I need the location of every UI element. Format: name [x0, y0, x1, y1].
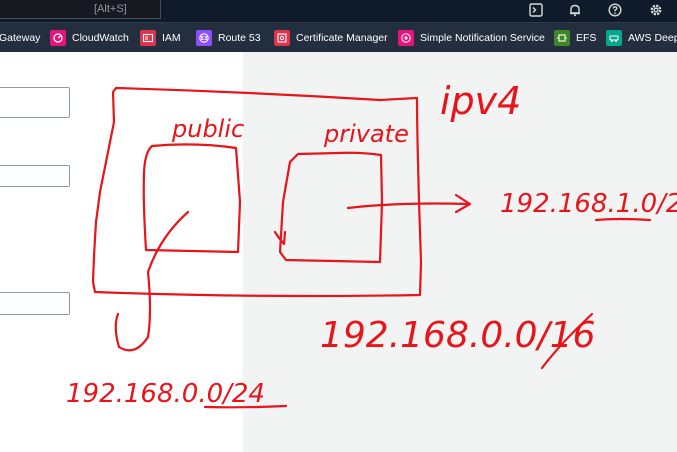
- efs-icon: [554, 29, 570, 46]
- favorite-api-gateway[interactable]: Gateway: [0, 29, 40, 46]
- deepracer-icon: [606, 29, 622, 46]
- route53-icon: 53: [196, 29, 212, 46]
- notifications-bell-icon[interactable]: [565, 1, 585, 19]
- favorite-sns[interactable]: Simple Notification Service: [398, 29, 545, 46]
- settings-gear-icon[interactable]: [646, 1, 666, 19]
- favorite-aws-deepracer[interactable]: AWS DeepR: [606, 29, 677, 46]
- favorite-route53[interactable]: 53 Route 53: [196, 29, 261, 46]
- certificate-manager-icon: [274, 29, 290, 46]
- favorite-label: Simple Notification Service: [420, 31, 545, 44]
- form-input-3[interactable]: [0, 292, 70, 315]
- favorite-label: Route 53: [218, 31, 261, 44]
- iam-icon: [140, 29, 156, 46]
- whiteboard-area: [243, 52, 677, 452]
- favorite-label: AWS DeepR: [628, 31, 677, 44]
- cloudwatch-icon: [50, 29, 66, 46]
- search-shortcut-hint: [Alt+S]: [94, 3, 127, 15]
- favorites-bar: Gateway CloudWatch IAM 53 Route 53 Certi…: [0, 22, 677, 52]
- search-field[interactable]: [Alt+S]: [0, 0, 161, 19]
- form-input-1[interactable]: [0, 87, 70, 118]
- favorite-label: Certificate Manager: [296, 31, 388, 44]
- svg-text:53: 53: [201, 36, 208, 42]
- help-icon[interactable]: [605, 1, 625, 19]
- favorite-efs[interactable]: EFS: [554, 29, 596, 46]
- favorite-cloudwatch[interactable]: CloudWatch: [50, 29, 129, 46]
- sns-icon: [398, 29, 414, 46]
- top-navigation-bar: [Alt+S]: [0, 0, 677, 22]
- favorite-label: IAM: [162, 31, 181, 44]
- cloudshell-icon[interactable]: [526, 1, 546, 19]
- favorite-label: EFS: [576, 31, 597, 44]
- favorite-iam[interactable]: IAM: [140, 29, 181, 46]
- favorite-label: Gateway: [0, 31, 41, 44]
- console-form-panel: [0, 52, 243, 452]
- favorite-certificate-manager[interactable]: Certificate Manager: [274, 29, 388, 46]
- favorite-label: CloudWatch: [72, 31, 129, 44]
- form-input-2[interactable]: [0, 165, 70, 187]
